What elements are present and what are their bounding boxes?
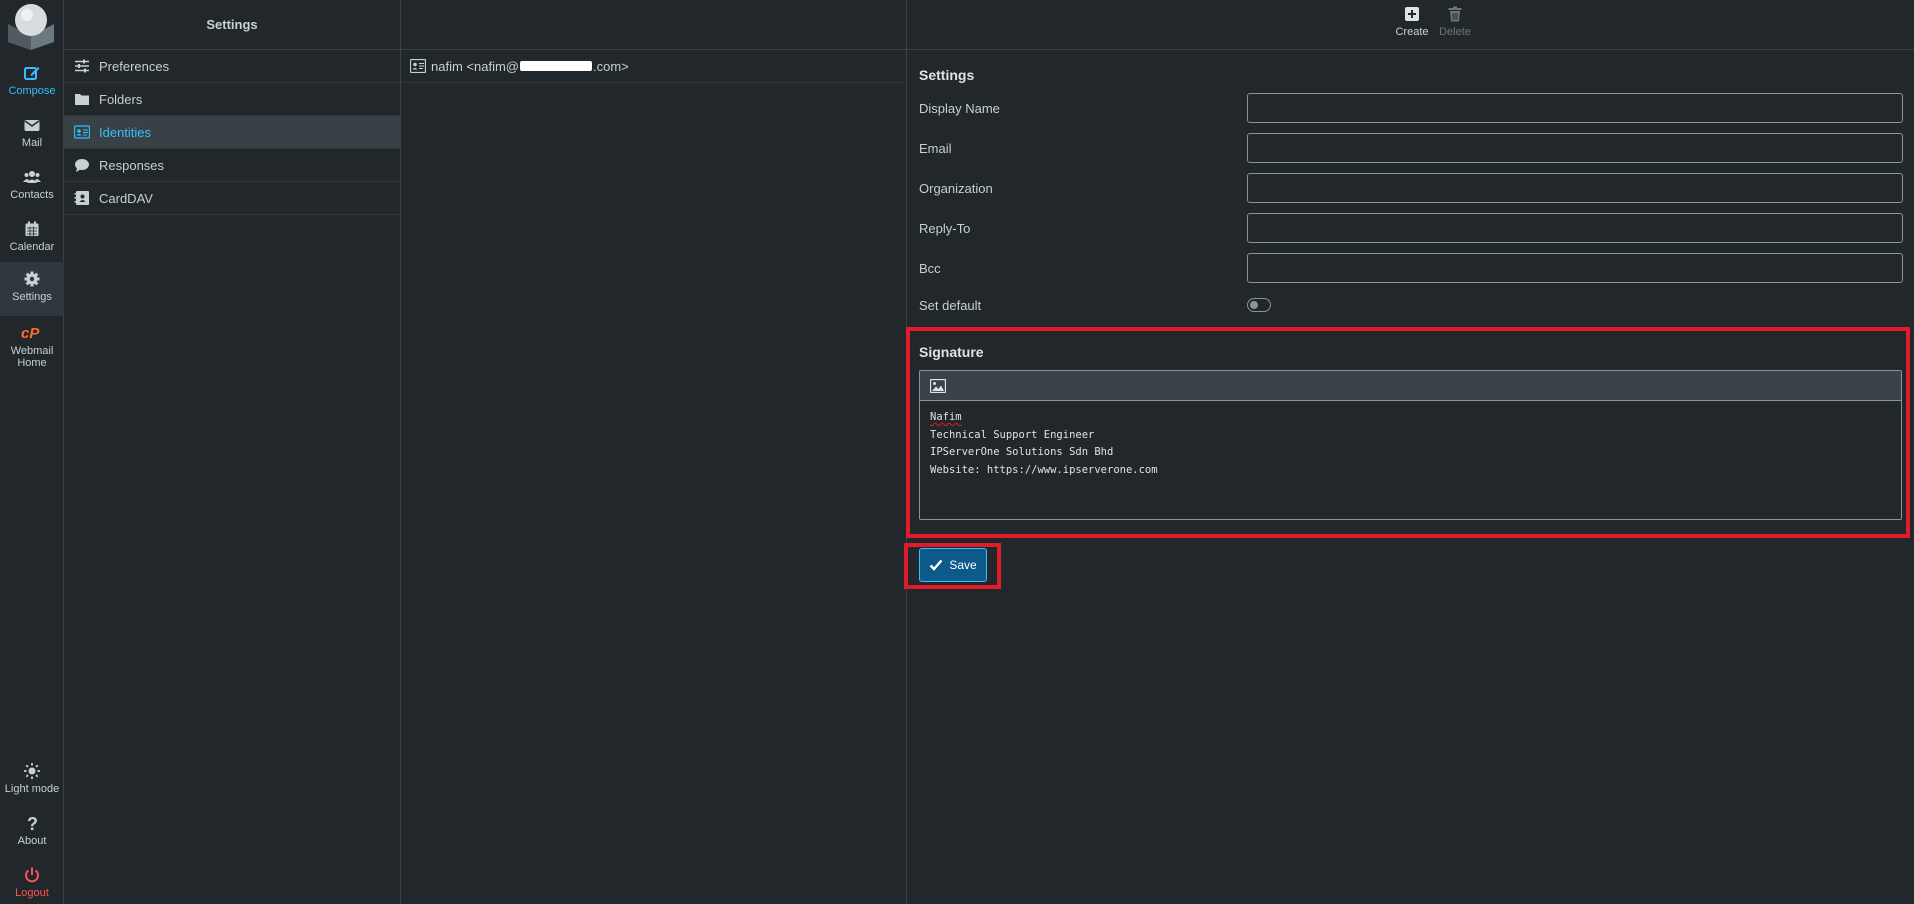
- settings-nav-title: Settings: [64, 0, 400, 50]
- nav-item-responses[interactable]: Responses: [64, 149, 400, 182]
- signature-line-text: Nafim: [930, 411, 962, 423]
- rail-about[interactable]: ? About: [0, 806, 64, 858]
- rail-calendar[interactable]: Calendar: [0, 212, 64, 264]
- rail-contacts-label: Contacts: [10, 189, 54, 201]
- question-icon: ?: [27, 814, 38, 832]
- identities-list: nafim <nafim@ .com>: [401, 0, 907, 904]
- power-icon: [25, 867, 39, 883]
- rail-light-mode[interactable]: Light mode: [0, 754, 64, 806]
- save-button[interactable]: Save: [919, 548, 987, 582]
- image-icon[interactable]: [930, 378, 946, 393]
- signature-line: Nafim: [930, 409, 1891, 427]
- svg-text:cP: cP: [21, 325, 40, 342]
- signature-section-title: Signature: [919, 344, 984, 360]
- rail-webmail-label-line1: Webmail: [10, 345, 54, 357]
- contacts-icon: [23, 171, 41, 183]
- mail-icon: [24, 120, 40, 131]
- rail-about-label: About: [17, 835, 47, 847]
- rail-compose-label: Compose: [8, 85, 56, 97]
- email-row: Email: [919, 133, 1907, 163]
- identity-row-suffix: .com>: [592, 58, 629, 74]
- app-rail: Compose Mail Contacts Calendar Settings …: [0, 0, 64, 904]
- rail-settings[interactable]: Settings: [0, 262, 64, 316]
- sliders-icon: [75, 59, 89, 73]
- rail-settings-label: Settings: [12, 291, 52, 303]
- display-name-label: Display Name: [919, 100, 1000, 116]
- check-icon: [929, 559, 943, 571]
- nav-item-folders-label: Folders: [99, 91, 143, 107]
- rail-webmail-home-label: Webmail Home: [11, 345, 54, 369]
- email-label: Email: [919, 140, 952, 156]
- identity-row[interactable]: nafim <nafim@ .com>: [401, 50, 906, 83]
- rail-calendar-label: Calendar: [9, 241, 55, 253]
- content-toolbar: Create Delete: [907, 0, 1914, 50]
- create-label: Create: [1395, 26, 1429, 38]
- set-default-label: Set default: [919, 297, 982, 313]
- id-card-icon: [410, 59, 426, 73]
- nav-item-preferences-label: Preferences: [99, 58, 170, 74]
- create-button[interactable]: Create: [1389, 6, 1435, 38]
- trash-icon: [1448, 6, 1462, 22]
- cpanel-icon: cP: [21, 325, 40, 342]
- address-book-icon: [74, 191, 89, 205]
- nav-item-identities-label: Identities: [99, 124, 152, 140]
- svg-text:?: ?: [27, 814, 38, 832]
- rail-webmail-home[interactable]: cP Webmail Home: [0, 316, 64, 372]
- identity-editor: Create Delete Settings Display Name Emai…: [904, 0, 1914, 904]
- reply-to-row: Reply-To: [919, 213, 1907, 243]
- identities-list-header: [401, 0, 906, 50]
- rail-logout[interactable]: Logout: [0, 858, 64, 904]
- redaction-bar: [519, 61, 592, 71]
- set-default-toggle[interactable]: [1247, 298, 1271, 312]
- rail-contacts[interactable]: Contacts: [0, 160, 64, 212]
- sun-icon: [24, 763, 40, 779]
- rail-logout-label: Logout: [15, 887, 49, 899]
- signature-toolbar: [920, 371, 1901, 401]
- settings-section-title: Settings: [919, 67, 975, 83]
- display-name-field[interactable]: [1247, 93, 1903, 123]
- delete-label: Delete: [1439, 26, 1471, 38]
- save-label: Save: [949, 558, 977, 572]
- calendar-icon: [25, 221, 39, 236]
- signature-line: Technical Support Engineer: [930, 428, 1095, 441]
- nav-item-preferences[interactable]: Preferences: [64, 50, 400, 83]
- identity-row-prefix: nafim <nafim@: [431, 58, 519, 74]
- nav-item-folders[interactable]: Folders: [64, 83, 400, 116]
- nav-item-carddav[interactable]: CardDAV: [64, 182, 400, 215]
- rail-compose[interactable]: Compose: [0, 56, 64, 108]
- signature-line: IPServerOne Solutions Sdn Bhd: [930, 446, 1114, 458]
- bcc-row: Bcc: [919, 253, 1907, 283]
- compose-icon: [24, 67, 40, 80]
- nav-item-identities[interactable]: Identities: [64, 116, 400, 149]
- gear-icon: [24, 271, 40, 287]
- organization-field[interactable]: [1247, 173, 1903, 203]
- bcc-field[interactable]: [1247, 253, 1903, 283]
- roundcube-logo[interactable]: [6, 2, 56, 50]
- set-default-row: Set default: [919, 290, 1907, 320]
- reply-to-label: Reply-To: [919, 220, 971, 236]
- rail-webmail-label-line2: Home: [17, 357, 47, 369]
- display-name-row: Display Name: [919, 93, 1907, 123]
- nav-item-carddav-label: CardDAV: [99, 190, 153, 206]
- comment-icon: [75, 159, 89, 172]
- rail-light-mode-label: Light mode: [4, 783, 60, 795]
- organization-row: Organization: [919, 173, 1907, 203]
- id-card-icon: [74, 125, 90, 139]
- nav-item-responses-label: Responses: [99, 157, 165, 173]
- plus-square-icon: [1405, 7, 1419, 21]
- signature-line: Website: https://www.ipserverone.com: [930, 463, 1158, 476]
- settings-nav: Settings Preferences Folders Identities …: [64, 0, 401, 904]
- folder-icon: [75, 94, 89, 105]
- delete-button[interactable]: Delete: [1432, 6, 1478, 38]
- reply-to-field[interactable]: [1247, 213, 1903, 243]
- bcc-label: Bcc: [919, 260, 941, 276]
- signature-textarea[interactable]: Nafim Technical Support Engineer IPServerO…: [920, 401, 1901, 487]
- signature-editor[interactable]: Nafim Technical Support Engineer IPServerO…: [919, 370, 1902, 520]
- rail-mail-label: Mail: [21, 137, 43, 149]
- rail-mail[interactable]: Mail: [0, 108, 64, 160]
- organization-label: Organization: [919, 180, 993, 196]
- email-field[interactable]: [1247, 133, 1903, 163]
